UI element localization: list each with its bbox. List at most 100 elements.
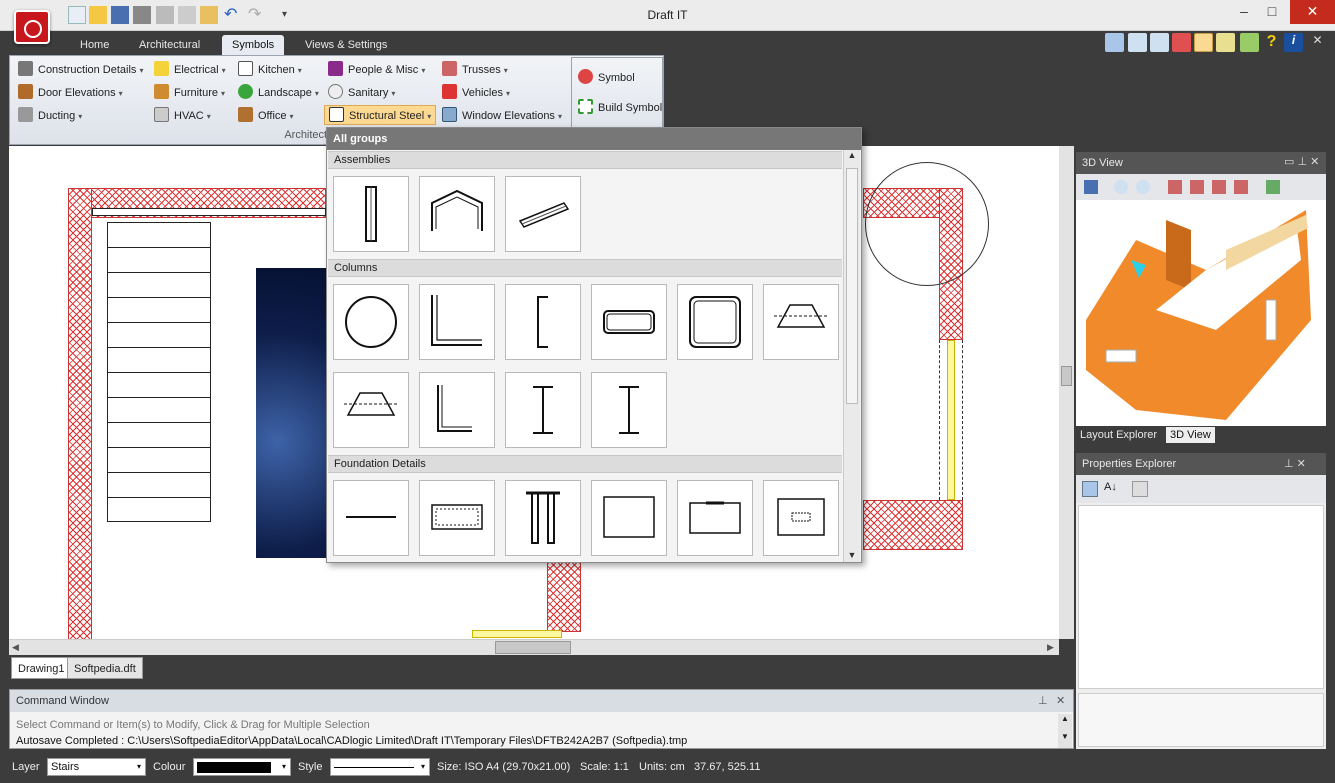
style-label: Style [298, 761, 323, 773]
furniture-button[interactable]: Furniture ▾ [154, 83, 225, 103]
scroll-down-icon[interactable]: ▼ [844, 550, 860, 560]
tab-architectural[interactable]: Architectural [129, 35, 210, 55]
symbol-tile[interactable] [591, 480, 667, 556]
symbol-tile[interactable] [419, 372, 495, 448]
3d-model-view[interactable] [1076, 200, 1326, 426]
property-grid[interactable] [1078, 505, 1324, 689]
scroll-right-icon[interactable]: ▶ [1047, 642, 1054, 653]
pin-icon[interactable]: ⊥ [1038, 690, 1048, 712]
symbol-button[interactable]: Symbol [578, 68, 635, 88]
application-menu-button[interactable] [14, 10, 50, 44]
symbol-tile[interactable] [333, 480, 409, 556]
rotate-left-icon[interactable] [1168, 180, 1182, 194]
window-opening [939, 340, 963, 500]
zoom-in-icon[interactable] [1128, 33, 1147, 52]
build-symbol-icon [578, 99, 593, 114]
stairs[interactable] [107, 222, 211, 522]
symbol-tile[interactable] [505, 284, 581, 360]
symbol-tile[interactable] [505, 480, 581, 556]
tab-symbols[interactable]: Symbols [222, 35, 285, 55]
wall-left [68, 188, 92, 639]
layers-icon[interactable] [1240, 33, 1259, 52]
zoom-in-3d-icon[interactable] [1114, 180, 1128, 194]
sofa-icon [154, 84, 169, 99]
electrical-button[interactable]: Electrical ▾ [154, 60, 226, 80]
tab-3d-view[interactable]: 3D View [1166, 427, 1215, 443]
kitchen-button[interactable]: Kitchen ▾ [238, 60, 302, 80]
symbol-tile[interactable] [419, 480, 495, 556]
hvac-button[interactable]: HVAC ▾ [154, 106, 211, 126]
3d-panel-tabs: Layout Explorer 3D View [1076, 426, 1326, 446]
properties-explorer-panel: Properties Explorer A↓ [1076, 453, 1326, 749]
zoom-out-icon[interactable] [1150, 33, 1169, 52]
ortho-icon[interactable] [1216, 33, 1235, 52]
rotate-down-icon[interactable] [1212, 180, 1226, 194]
window-elevations-button[interactable]: Window Elevations ▾ [442, 106, 562, 126]
door-elevations-button[interactable]: Door Elevations ▾ [18, 83, 123, 103]
layer-select[interactable]: Stairs ▾ [47, 758, 146, 776]
structural-steel-button[interactable]: Structural Steel ▾ [324, 105, 437, 125]
symbol-tile[interactable] [419, 176, 495, 252]
sanitary-button[interactable]: Sanitary ▾ [328, 83, 395, 103]
doc-tab-softpedia[interactable]: Softpedia.dft [67, 657, 143, 679]
doc-tab-drawing1[interactable]: Drawing1 [11, 657, 72, 679]
gallery-filter-header[interactable]: All groups [327, 128, 861, 150]
style-select[interactable]: ▾ [330, 758, 430, 776]
symbol-tile[interactable] [591, 372, 667, 448]
maximize-button[interactable]: □ [1258, 0, 1286, 24]
snap-icon[interactable] [1194, 33, 1213, 52]
help-icon[interactable]: ? [1262, 33, 1281, 52]
categorized-icon[interactable] [1082, 481, 1098, 497]
grid-icon[interactable] [1172, 33, 1191, 52]
command-scrollbar[interactable]: ▲ ▼ [1058, 714, 1072, 748]
tab-home[interactable]: Home [70, 35, 119, 55]
symbol-tile[interactable] [333, 372, 409, 448]
zoom-window-icon[interactable] [1105, 33, 1124, 52]
scroll-up-icon[interactable]: ▲ [844, 150, 860, 160]
symbol-tile[interactable] [591, 284, 667, 360]
office-button[interactable]: Office ▾ [238, 106, 294, 126]
rotate-up-icon[interactable] [1190, 180, 1204, 194]
scale: Scale: 1:1 [580, 761, 629, 773]
symbol-tile[interactable] [505, 176, 581, 252]
gallery-scroll-thumb[interactable] [846, 168, 858, 404]
symbol-tile[interactable] [763, 284, 839, 360]
zoom-out-3d-icon[interactable] [1136, 180, 1150, 194]
tab-views-settings[interactable]: Views & Settings [295, 35, 397, 55]
refresh-3d-icon[interactable] [1266, 180, 1280, 194]
vscroll-thumb[interactable] [1061, 366, 1072, 386]
window-title: Draft IT [647, 8, 688, 22]
build-symbol-button[interactable]: Build Symbol [578, 98, 662, 118]
rotate-right-icon[interactable] [1234, 180, 1248, 194]
minimize-button[interactable]: – [1230, 0, 1258, 24]
symbol-tile[interactable] [677, 284, 753, 360]
landscape-button[interactable]: Landscape ▾ [238, 83, 319, 103]
canvas-horizontal-scrollbar[interactable]: ◀ ▶ [9, 639, 1059, 655]
gallery-scrollbar[interactable]: ▲ ▼ [843, 150, 860, 562]
close-panel-icon[interactable]: ✕ [1056, 690, 1065, 712]
tab-layout-explorer[interactable]: Layout Explorer [1080, 429, 1157, 441]
command-prompt[interactable]: Select Command or Item(s) to Modify, Cli… [16, 719, 370, 731]
scroll-left-icon[interactable]: ◀ [12, 642, 19, 653]
save-view-icon[interactable] [1084, 180, 1098, 194]
basin-icon [328, 84, 343, 99]
property-pages-icon[interactable] [1132, 481, 1148, 497]
vehicles-button[interactable]: Vehicles ▾ [442, 83, 510, 103]
symbol-tile[interactable] [677, 480, 753, 556]
ducting-button[interactable]: Ducting ▾ [18, 106, 82, 126]
sort-az-icon[interactable]: A↓ [1104, 481, 1120, 497]
trusses-button[interactable]: Trusses ▾ [442, 60, 508, 80]
people-misc-button[interactable]: People & Misc ▾ [328, 60, 425, 80]
canvas-vertical-scrollbar[interactable] [1059, 146, 1074, 639]
info-icon[interactable]: i [1284, 33, 1303, 52]
construction-details-button[interactable]: Construction Details ▾ [18, 60, 143, 80]
symbol-tile[interactable] [333, 284, 409, 360]
symbol-tile[interactable] [505, 372, 581, 448]
close-button[interactable]: ✕ [1290, 0, 1335, 24]
colour-select[interactable]: ▾ [193, 758, 291, 776]
close-doc-icon[interactable]: ✕ [1308, 33, 1327, 52]
symbol-tile[interactable] [419, 284, 495, 360]
hscroll-thumb[interactable] [495, 641, 571, 654]
symbol-tile[interactable] [763, 480, 839, 556]
symbol-tile[interactable] [333, 176, 409, 252]
